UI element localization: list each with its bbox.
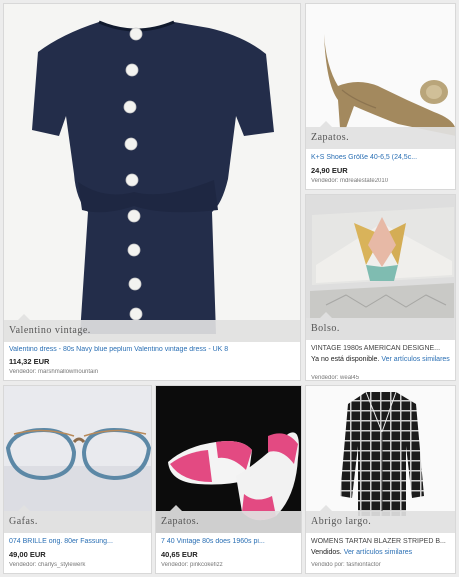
category-band: Valentino vintage. [4, 314, 300, 342]
category-label: Valentino vintage. [9, 325, 91, 336]
product-title-link[interactable]: WOMENS TARTAN BLAZER STRIPED B... [311, 538, 451, 545]
category-band: Zapatos. [156, 505, 301, 533]
product-title-link[interactable]: K+S Shoes Größe 40-6,5 (24,5c... [311, 154, 451, 161]
pointer-triangle-icon [18, 505, 30, 511]
product-price: 24,90 EUR [311, 166, 348, 175]
product-title-link[interactable]: 074 BRILLE orig. 80er Fassung... [9, 538, 147, 545]
category-label: Zapatos. [161, 516, 200, 527]
pointer-triangle-icon [170, 505, 182, 511]
category-band: Zapatos. [306, 121, 455, 149]
availability-status: Ya no está disponible. Ver artículos sim… [311, 355, 451, 364]
pointer-triangle-icon [320, 505, 332, 511]
seller-name[interactable]: pinkcokefizz [190, 562, 223, 568]
seller-name[interactable]: charlys_stylewerk [38, 562, 85, 568]
similar-items-link[interactable]: Ver artículos similares [381, 356, 449, 363]
status-text: Ya no está disponible. [311, 356, 380, 363]
product-title-link[interactable]: Valentino dress - 80s Navy blue peplum V… [9, 346, 296, 353]
seller-label: Vendedor: [161, 562, 189, 568]
category-band: Abrigo largo. [306, 505, 455, 533]
category-label: Zapatos. [311, 132, 350, 143]
seller-info: Vendedor: mdrealestate2010 [311, 178, 451, 184]
status-text: Vendidos. [311, 549, 342, 556]
availability-status: Vendidos. Ver artículos similares [311, 548, 451, 557]
seller-label: Vendido por: [311, 562, 345, 568]
product-card[interactable]: Zapatos. K+S Shoes Größe 40-6,5 (24,5c..… [305, 3, 456, 190]
product-price: 114,32 EUR [9, 357, 50, 366]
product-image[interactable] [4, 4, 300, 342]
pointer-triangle-icon [320, 312, 332, 318]
product-card[interactable]: Bolso. VINTAGE 1980s AMERICAN DESIGNE...… [305, 194, 456, 381]
seller-label: Vendedor: [311, 375, 339, 381]
seller-label: Vendedor: [311, 178, 339, 184]
seller-info: Vendedor: charlys_stylewerk [9, 562, 147, 568]
product-title-link[interactable]: 7 40 Vintage 80s does 1960s pi... [161, 538, 297, 545]
pointer-triangle-icon [18, 314, 30, 320]
product-card[interactable]: Gafas. 074 BRILLE orig. 80er Fassung... … [3, 385, 152, 574]
similar-items-link[interactable]: Ver artículos similares [344, 549, 412, 556]
seller-name[interactable]: fashionfactor [346, 562, 380, 568]
seller-info: Vendido por: fashionfactor [311, 562, 451, 568]
seller-label: Vendedor: [9, 562, 37, 568]
product-price: 40,65 EUR [161, 550, 198, 559]
product-price: 49,00 EUR [9, 550, 46, 559]
seller-label: Vendedor: [9, 369, 37, 375]
product-card[interactable]: Zapatos. 7 40 Vintage 80s does 1960s pi.… [155, 385, 302, 574]
seller-name[interactable]: weal45 [340, 375, 359, 380]
product-card[interactable]: Valentino vintage. Valentino dress - 80s… [3, 3, 301, 381]
seller-name[interactable]: marshmallowmountain [38, 369, 98, 375]
pointer-triangle-icon [320, 121, 332, 127]
seller-name[interactable]: mdrealestate2010 [340, 178, 388, 184]
category-label: Abrigo largo. [311, 516, 372, 527]
product-card[interactable]: Abrigo largo. WOMENS TARTAN BLAZER STRIP… [305, 385, 456, 574]
seller-info: Vendedor: marshmallowmountain [9, 369, 296, 375]
category-band: Bolso. [306, 312, 455, 340]
product-title-link[interactable]: VINTAGE 1980s AMERICAN DESIGNE... [311, 345, 451, 352]
category-label: Bolso. [311, 323, 340, 334]
seller-info: Vendedor: pinkcokefizz [161, 562, 297, 568]
category-band: Gafas. [4, 505, 151, 533]
seller-info: Vendedor: weal45 [311, 375, 451, 381]
category-label: Gafas. [9, 516, 38, 527]
